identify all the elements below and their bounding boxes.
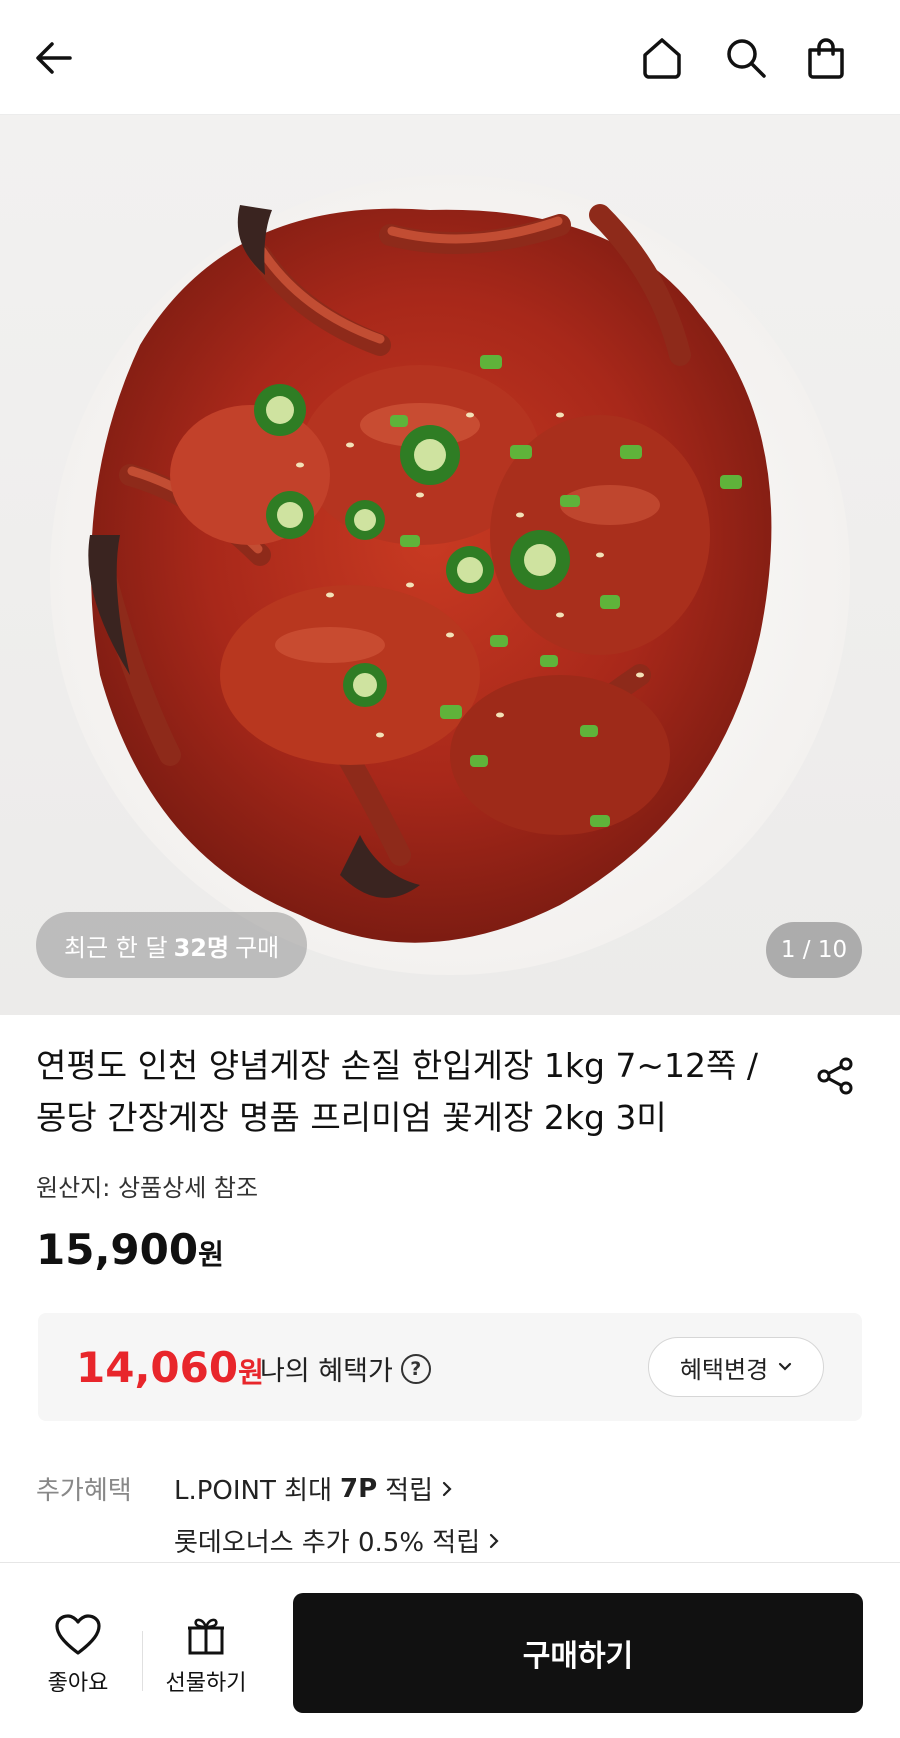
like-label: 좋아요 [47, 1671, 109, 1696]
lpoint-points: 7P [340, 1473, 378, 1504]
recent-purchase-suffix: 구매 [235, 933, 280, 962]
original-price: 15,900원 [36, 1225, 224, 1274]
lotte-owners-benefit-link[interactable]: 롯데오너스 추가 0.5% 적립 [174, 1522, 500, 1559]
extra-benefit-label: 추가혜택 [36, 1476, 132, 1506]
home-icon[interactable] [634, 30, 690, 86]
recent-purchase-count: 32명 [173, 933, 230, 962]
product-image-carousel[interactable]: 최근 한 달 32명 구매 1 / 10 [0, 115, 900, 1015]
benefit-price-box: 14,060원 나의 혜택가 ? 혜택변경 [38, 1313, 862, 1421]
chevron-right-icon [442, 1481, 452, 1496]
chevron-right-icon [490, 1533, 499, 1548]
benefit-price-value: 14,060 [76, 1343, 239, 1392]
lotte-owners-text: 롯데오너스 추가 0.5% 적립 [174, 1528, 481, 1558]
share-icon[interactable] [808, 1048, 864, 1104]
heart-icon [55, 1614, 101, 1655]
chevron-down-icon [779, 1362, 792, 1371]
change-benefit-button[interactable]: 혜택변경 [648, 1337, 824, 1397]
like-button[interactable]: 좋아요 [28, 1613, 128, 1697]
image-pager: 1 / 10 [766, 922, 862, 978]
original-price-unit: 원 [198, 1238, 224, 1271]
lpoint-prefix: L.POINT 최대 [174, 1476, 332, 1506]
buy-button[interactable]: 구매하기 [293, 1593, 863, 1713]
shopping-bag-icon[interactable] [798, 30, 854, 86]
benefit-label-text: 나의 혜택가 [260, 1356, 393, 1387]
lpoint-suffix: 적립 [385, 1476, 433, 1506]
benefit-price: 14,060원 [76, 1343, 264, 1392]
top-navigation-bar [0, 0, 900, 115]
product-photo [50, 175, 850, 975]
gift-icon [188, 1618, 224, 1655]
gift-label: 선물하기 [165, 1671, 247, 1696]
gift-button[interactable]: 선물하기 [156, 1613, 256, 1697]
product-title: 연평도 인천 양념게장 손질 한입게장 1kg 7~12쪽 / 몽당 간장게장 … [36, 1046, 758, 1137]
search-icon[interactable] [718, 30, 774, 86]
divider [142, 1631, 143, 1691]
benefit-price-label: 나의 혜택가 ? [260, 1349, 431, 1388]
change-benefit-label: 혜택변경 [679, 1355, 769, 1384]
back-arrow-icon[interactable] [26, 30, 82, 86]
original-price-value: 15,900 [36, 1225, 199, 1274]
recent-purchase-badge: 최근 한 달 32명 구매 [36, 912, 308, 978]
help-icon[interactable]: ? [400, 1353, 431, 1384]
bottom-action-bar: 좋아요 선물하기 구매하기 [0, 1562, 900, 1738]
origin-info: 원산지: 상품상세 참조 [36, 1174, 259, 1202]
recent-purchase-prefix: 최근 한 달 [64, 933, 168, 962]
lpoint-benefit-link[interactable]: L.POINT 최대 7P 적립 [174, 1470, 453, 1507]
